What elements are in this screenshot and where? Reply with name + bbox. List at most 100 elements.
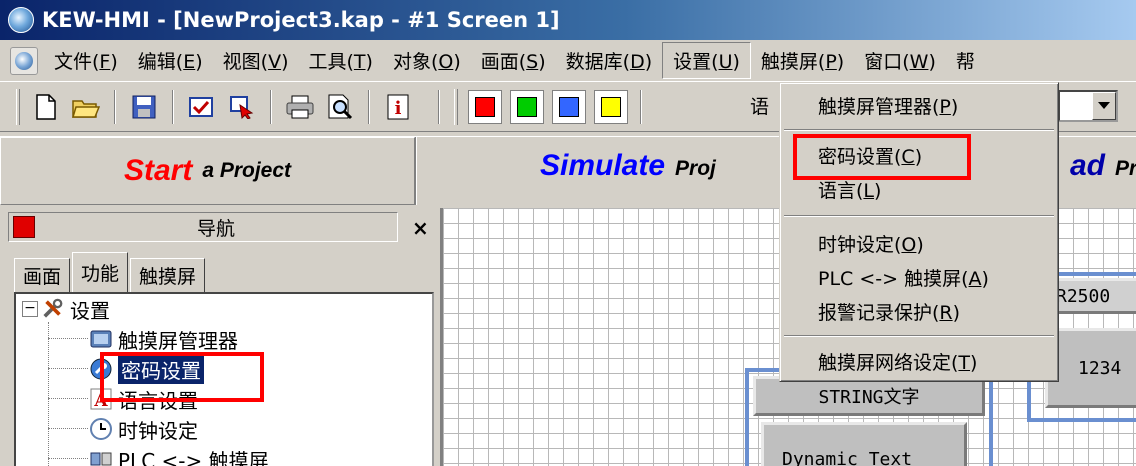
toolbar-grip[interactable] [454, 88, 458, 125]
menu-item-label: 报警记录保护(R) [818, 301, 961, 324]
tree-guide-line [48, 338, 88, 339]
close-icon[interactable]: × [412, 216, 429, 240]
download-label: ad [1070, 149, 1106, 182]
save-icon[interactable] [127, 90, 161, 124]
toolbar-separator [438, 89, 440, 124]
menu-help[interactable]: 帮 [946, 43, 985, 78]
menu-file[interactable]: 文件(F) [44, 43, 128, 78]
menu-bar: 文件(F) 编辑(E) 视图(V) 工具(T) 对象(O) 画面(S) 数据库(… [0, 40, 1136, 82]
dynamic-widget-label: Dynamic Text [782, 449, 913, 466]
tree-expander[interactable]: − [22, 301, 38, 317]
tree-guide-line [48, 458, 88, 459]
app-icon [8, 7, 34, 33]
tree-item-plc-touchscreen[interactable]: PLC <-> 触摸屏 [90, 444, 269, 466]
menu-screen[interactable]: 画面(S) [471, 43, 556, 78]
menu-tools[interactable]: 工具(T) [298, 43, 382, 78]
touchscreen-manager-icon [90, 328, 112, 350]
simulate-project-button[interactable]: Simulate Proj [540, 149, 716, 183]
new-file-icon[interactable] [29, 90, 63, 124]
swatch-fill [475, 96, 495, 117]
start-sublabel: a Project [202, 159, 292, 182]
tree-guide-line [48, 398, 88, 399]
print-preview-icon[interactable] [323, 90, 357, 124]
nav-tabs: 画面 功能 触摸屏 [14, 252, 207, 292]
menu-view[interactable]: 视图(V) [213, 43, 299, 78]
menu-separator [784, 215, 1054, 217]
menu-item-plc-touchscreen[interactable]: PLC <-> 触摸屏(A) [780, 261, 1058, 293]
toolbar-separator [640, 89, 642, 124]
swatch-fill [601, 96, 621, 117]
highlight-box [100, 352, 264, 402]
open-folder-icon[interactable] [69, 90, 103, 124]
blue-color-swatch[interactable] [552, 89, 586, 124]
wizard-divider [415, 137, 417, 205]
window-title: KEW-HMI - [NewProject3.kap - #1 Screen 1… [42, 8, 560, 32]
red-color-swatch[interactable] [468, 89, 502, 124]
import-icon[interactable] [225, 90, 259, 124]
swatch-fill [517, 96, 537, 117]
nav-title: 导航 [196, 217, 235, 240]
menu-settings[interactable]: 设置(U) [662, 42, 751, 79]
nav-header: 导航 [8, 212, 398, 242]
tab-touchscreen[interactable]: 触摸屏 [130, 258, 206, 292]
string-text-widget[interactable]: STRING文字 [753, 376, 985, 416]
start-project-button[interactable]: Start a Project [0, 137, 415, 205]
highlight-box [793, 134, 971, 180]
document-system-icon[interactable] [10, 46, 38, 75]
download-sublabel: Pr [1115, 157, 1136, 180]
tree-guide-line [48, 322, 49, 466]
tree-item-touchscreen-manager[interactable]: 触摸屏管理器 [90, 324, 238, 354]
menu-item-touchscreen-network[interactable]: 触摸屏网络设定(T) [780, 345, 1058, 377]
menu-item-label: 触摸屏网络设定(T) [818, 351, 978, 374]
tree-item-label: 时钟设定 [118, 418, 198, 443]
tree-item-label: 触摸屏管理器 [118, 328, 238, 353]
settings-dropdown-menu: 触摸屏管理器(P) 密码设置(C) 语言(L) 时钟设定(O) PLC <-> … [779, 82, 1059, 382]
toolbar-grip[interactable] [16, 88, 20, 125]
yellow-color-swatch[interactable] [594, 89, 628, 124]
menu-database[interactable]: 数据库(D) [556, 43, 662, 78]
menu-object[interactable]: 对象(O) [383, 43, 471, 78]
swatch-fill [559, 96, 579, 117]
toolbar-separator [368, 89, 370, 124]
tab-function[interactable]: 功能 [72, 252, 129, 292]
menu-item-label: 触摸屏管理器(P) [818, 95, 959, 118]
menu-window[interactable]: 窗口(W) [854, 43, 946, 78]
info-icon[interactable]: i [381, 90, 415, 124]
navigation-panel: 导航 × 画面 功能 触摸屏 − 设置 触摸屏管理器 密码设置 A 语言设置 时… [0, 208, 440, 466]
menu-item-label: PLC <-> 触摸屏(A) [818, 267, 989, 290]
tree-guide-line [48, 428, 88, 429]
language-combo[interactable] [1058, 90, 1118, 122]
print-icon[interactable] [283, 90, 317, 124]
tree-item-label: PLC <-> 触摸屏 [118, 448, 269, 466]
start-label: Start [123, 154, 193, 187]
toolbar-separator [114, 89, 116, 124]
plc-link-icon [90, 448, 112, 466]
chevron-down-icon[interactable] [1092, 92, 1116, 120]
menu-item-alarm-record-protect[interactable]: 报警记录保护(R) [780, 295, 1058, 327]
register-widget-label: R2500 [1056, 285, 1111, 307]
toolbar-separator [270, 89, 272, 124]
menu-item-touchscreen-manager[interactable]: 触摸屏管理器(P) [780, 89, 1058, 121]
green-color-swatch[interactable] [510, 89, 544, 124]
menu-item-label: 时钟设定(O) [818, 233, 924, 256]
tree-guide-line [48, 368, 88, 369]
menu-separator [784, 335, 1054, 337]
tab-screen[interactable]: 画面 [14, 258, 71, 292]
title-bar: KEW-HMI - [NewProject3.kap - #1 Screen 1… [0, 0, 1136, 40]
nav-pin-icon[interactable] [13, 216, 35, 238]
download-project-button[interactable]: ad Pr [1070, 149, 1136, 183]
language-label: 语 [750, 96, 770, 118]
simulate-label: Simulate [540, 149, 666, 182]
check-icon[interactable] [185, 90, 219, 124]
tools-icon [42, 298, 64, 320]
svg-text:i: i [395, 98, 402, 119]
numeric-widget-value: 1234 [1078, 357, 1122, 379]
menu-separator [784, 129, 1054, 131]
menu-touchscreen[interactable]: 触摸屏(P) [751, 43, 854, 78]
menu-item-clock-settings[interactable]: 时钟设定(O) [780, 227, 1058, 259]
tree-item-clock-settings[interactable]: 时钟设定 [90, 414, 198, 444]
tree-item-settings[interactable]: − 设置 [22, 294, 110, 324]
dynamic-text-widget[interactable]: Dynamic Text [761, 422, 967, 466]
string-widget-label: STRING文字 [818, 387, 920, 408]
menu-edit[interactable]: 编辑(E) [128, 43, 213, 78]
